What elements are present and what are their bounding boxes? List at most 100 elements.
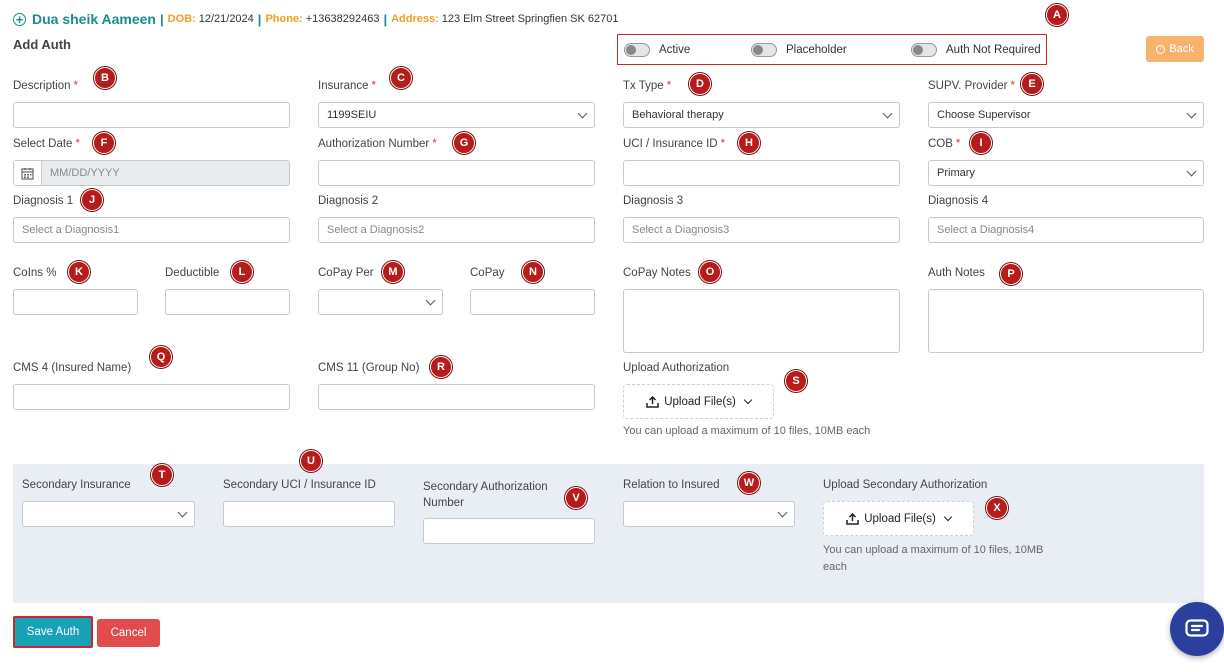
phone-value: +13638292463: [305, 13, 380, 25]
auth-not-required-label: Auth Not Required: [946, 43, 1041, 56]
insurance-label: Insurance *: [318, 80, 376, 92]
cob-select[interactable]: Primary: [928, 160, 1204, 186]
auth-notes-textarea[interactable]: [928, 289, 1204, 353]
upload-icon: [846, 512, 859, 525]
label-text: Tx Type: [623, 80, 664, 92]
chevron-down-icon: [943, 512, 953, 522]
insurance-value: 1199SEIU: [327, 109, 377, 121]
toggle-switch[interactable]: [911, 42, 937, 57]
annotation-badge-b: B: [94, 67, 116, 89]
annotation-badge-f: F: [93, 132, 115, 154]
relation-to-insured-select[interactable]: [623, 501, 795, 527]
label-text: Insurance: [318, 80, 369, 92]
cms11-input[interactable]: [318, 384, 595, 410]
annotation-badge-o: O: [699, 261, 721, 283]
secondary-auth-number-label: Secondary Authorization Number: [423, 479, 548, 511]
deductible-label: Deductible: [165, 267, 220, 279]
address-value: 123 Elm Street Springfien SK 62701: [441, 13, 619, 25]
upload-authorization-label: Upload Authorization: [623, 362, 730, 374]
annotation-badge-d: D: [689, 73, 711, 95]
placeholder-toggle[interactable]: Placeholder: [751, 42, 911, 57]
date-placeholder: MM/DD/YYYY: [50, 167, 120, 179]
back-button[interactable]: ‹ Back: [1146, 36, 1204, 62]
secondary-uci-input[interactable]: [223, 501, 395, 527]
annotation-badge-v: V: [565, 487, 587, 509]
chevron-down-icon: [1186, 166, 1197, 176]
label-line: Secondary Authorization: [423, 481, 548, 493]
dob-value: 12/21/2024: [198, 13, 254, 25]
upload-secondary-button[interactable]: Upload File(s): [823, 501, 974, 536]
calendar-icon[interactable]: [14, 161, 42, 185]
cms11-label: CMS 11 (Group No): [318, 362, 420, 374]
uci-insurance-id-input[interactable]: [623, 160, 900, 186]
cob-value: Primary: [937, 167, 975, 179]
active-toggle[interactable]: Active: [624, 42, 751, 57]
annotation-badge-x: X: [986, 497, 1008, 519]
annotation-badge-m: M: [382, 261, 404, 283]
label-text: Authorization Number: [318, 138, 430, 150]
copay-per-select[interactable]: [318, 289, 443, 315]
annotation-badge-e: E: [1021, 73, 1043, 95]
authorization-number-label: Authorization Number *: [318, 138, 437, 150]
select-date-label: Select Date *: [13, 138, 80, 150]
deductible-input[interactable]: [165, 289, 290, 315]
separator: |: [257, 11, 262, 27]
uci-insurance-id-label: UCI / Insurance ID *: [623, 138, 725, 150]
chevron-down-icon: [425, 295, 436, 305]
upload-authorization-button[interactable]: Upload File(s): [623, 384, 774, 419]
auth-not-required-toggle[interactable]: Auth Not Required: [911, 42, 1041, 57]
copay-notes-label: CoPay Notes: [623, 267, 691, 279]
chevron-down-icon: [577, 108, 588, 118]
plus-circle-icon[interactable]: +: [13, 12, 26, 26]
secondary-uci-label: Secondary UCI / Insurance ID: [223, 479, 376, 491]
annotation-badge-c: C: [390, 67, 412, 89]
toggle-switch[interactable]: [751, 42, 777, 57]
tx-type-value: Behavioral therapy: [632, 109, 724, 121]
label-text: SUPV. Provider: [928, 80, 1008, 92]
select-date-input[interactable]: MM/DD/YYYY: [13, 160, 290, 186]
label-text: Select Date: [13, 138, 73, 150]
required-marker: *: [75, 138, 80, 150]
patient-header: + Dua sheik Aameen | DOB: 12/21/2024 | P…: [13, 11, 619, 27]
back-button-label: Back: [1169, 43, 1194, 55]
annotation-badge-h: H: [738, 132, 760, 154]
diagnosis3-input[interactable]: Select a Diagnosis3: [623, 217, 900, 243]
coins-input[interactable]: [13, 289, 138, 315]
dob-label: DOB:: [167, 13, 196, 25]
toggle-switch[interactable]: [624, 42, 650, 57]
label-text: COB: [928, 138, 953, 150]
secondary-auth-number-input[interactable]: [423, 518, 595, 544]
copay-notes-textarea[interactable]: [623, 289, 900, 353]
diagnosis1-input[interactable]: Select a Diagnosis1: [13, 217, 290, 243]
status-toggles: Active Placeholder Auth Not Required: [617, 34, 1047, 65]
save-auth-button[interactable]: Save Auth: [13, 616, 93, 648]
separator: |: [383, 11, 388, 27]
tx-type-select[interactable]: Behavioral therapy: [623, 102, 900, 128]
authorization-number-input[interactable]: [318, 160, 595, 186]
copay-per-label: CoPay Per: [318, 267, 374, 279]
placeholder-toggle-label: Placeholder: [786, 43, 847, 56]
copay-input[interactable]: [470, 289, 595, 315]
patient-name: Dua sheik Aameen: [32, 11, 156, 27]
secondary-insurance-select[interactable]: [22, 501, 195, 527]
upload-secondary-hint: You can upload a maximum of 10 files, 10…: [823, 542, 1043, 576]
supv-provider-label: SUPV. Provider *: [928, 80, 1015, 92]
cancel-button[interactable]: Cancel: [97, 619, 160, 647]
chevron-down-icon: [777, 507, 788, 517]
description-input[interactable]: [13, 102, 290, 128]
insurance-select[interactable]: 1199SEIU: [318, 102, 595, 128]
required-marker: *: [955, 138, 961, 150]
chevron-down-icon: [882, 108, 893, 118]
supv-provider-select[interactable]: Choose Supervisor: [928, 102, 1204, 128]
label-line: Number: [423, 497, 464, 509]
diagnosis4-input[interactable]: Select a Diagnosis4: [928, 217, 1204, 243]
chat-button[interactable]: [1170, 602, 1224, 656]
annotation-badge-r: R: [430, 356, 452, 378]
cms4-input[interactable]: [13, 384, 290, 410]
diagnosis2-input[interactable]: Select a Diagnosis2: [318, 217, 595, 243]
separator: |: [159, 11, 164, 27]
secondary-insurance-panel: [13, 464, 1204, 603]
supv-provider-value: Choose Supervisor: [937, 109, 1031, 121]
annotation-badge-a: A: [1046, 4, 1068, 26]
upload-icon: [646, 395, 659, 408]
